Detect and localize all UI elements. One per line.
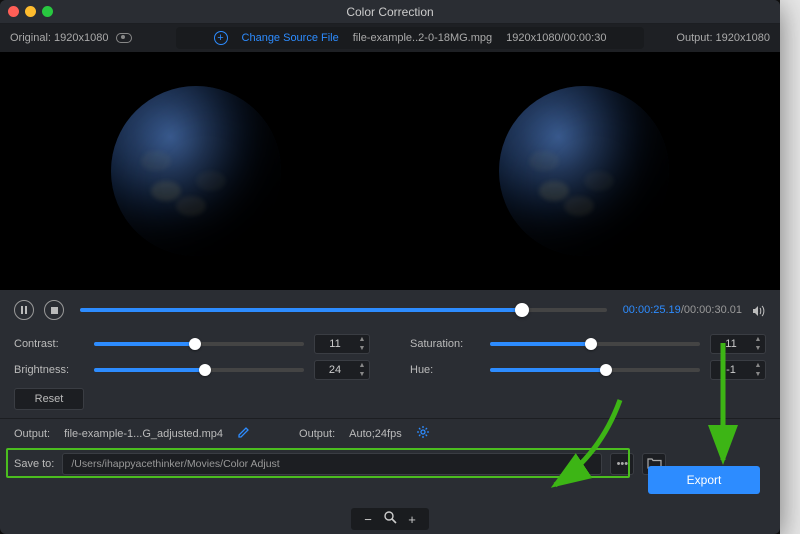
brightness-step-up[interactable]: ▲ bbox=[355, 361, 369, 370]
source-dims-duration: 1920x1080/00:00:30 bbox=[506, 32, 606, 44]
contrast-step-up[interactable]: ▲ bbox=[355, 335, 369, 344]
background-page-fragment bbox=[780, 0, 800, 534]
saturation-value-box[interactable]: 11▲▼ bbox=[710, 334, 766, 354]
saturation-slider[interactable] bbox=[490, 342, 700, 346]
hue-step-down[interactable]: ▼ bbox=[751, 370, 765, 379]
zoom-in-button[interactable]: + bbox=[405, 512, 419, 527]
controls-panel: 00:00:25.19/00:00:30.01 Contrast: 11▲▼ S… bbox=[0, 290, 780, 418]
hue-slider[interactable] bbox=[490, 368, 700, 372]
hue-label: Hue: bbox=[410, 364, 480, 376]
export-button[interactable]: Export bbox=[648, 466, 760, 494]
output-label: Output: bbox=[14, 428, 50, 440]
saturation-label: Saturation: bbox=[410, 338, 480, 350]
hue-value-box[interactable]: -1▲▼ bbox=[710, 360, 766, 380]
contrast-step-down[interactable]: ▼ bbox=[355, 344, 369, 353]
pause-button[interactable] bbox=[14, 300, 34, 320]
brightness-label: Brightness: bbox=[14, 364, 84, 376]
window-title: Color Correction bbox=[0, 0, 780, 24]
output-settings-icon[interactable] bbox=[416, 425, 430, 442]
plus-icon: + bbox=[214, 31, 228, 45]
output-dims-label: Output: 1920x1080 bbox=[676, 32, 770, 44]
stop-button[interactable] bbox=[44, 300, 64, 320]
output-filename: file-example-1...G_adjusted.mp4 bbox=[64, 428, 223, 440]
brightness-value-box[interactable]: 24▲▼ bbox=[314, 360, 370, 380]
change-source-link[interactable]: Change Source File bbox=[242, 32, 339, 44]
output-preset-label: Output: bbox=[299, 428, 335, 440]
preview-original bbox=[4, 56, 388, 286]
adjustment-sliders: Contrast: 11▲▼ Saturation: 11▲▼ Brightne… bbox=[14, 334, 766, 380]
seek-handle[interactable] bbox=[515, 303, 529, 317]
save-to-label: Save to: bbox=[14, 458, 54, 470]
titlebar: Color Correction bbox=[0, 0, 780, 24]
hue-step-up[interactable]: ▲ bbox=[751, 361, 765, 370]
hue-row: Hue: -1▲▼ bbox=[410, 360, 766, 380]
contrast-slider[interactable] bbox=[94, 342, 304, 346]
window-controls bbox=[8, 6, 53, 17]
brightness-slider[interactable] bbox=[94, 368, 304, 372]
source-info-panel: + Change Source File file-example..2-0-1… bbox=[176, 27, 644, 49]
close-window-button[interactable] bbox=[8, 6, 19, 17]
volume-icon[interactable] bbox=[752, 304, 766, 316]
browse-path-button[interactable]: ••• bbox=[610, 453, 634, 475]
transport-bar: 00:00:25.19/00:00:30.01 bbox=[14, 300, 766, 320]
brightness-row: Brightness: 24▲▼ bbox=[14, 360, 370, 380]
zoom-tool-icon[interactable] bbox=[383, 511, 397, 527]
brightness-step-down[interactable]: ▼ bbox=[355, 370, 369, 379]
original-dims-label: Original: 1920x1080 bbox=[10, 32, 108, 44]
output-info-row: Output: file-example-1...G_adjusted.mp4 … bbox=[0, 418, 780, 448]
contrast-row: Contrast: 11▲▼ bbox=[14, 334, 370, 354]
timecode: 00:00:25.19/00:00:30.01 bbox=[623, 304, 742, 316]
maximize-window-button[interactable] bbox=[42, 6, 53, 17]
zoom-out-button[interactable]: − bbox=[361, 512, 375, 527]
seek-slider[interactable] bbox=[80, 308, 607, 312]
saturation-step-down[interactable]: ▼ bbox=[751, 344, 765, 353]
saturation-row: Saturation: 11▲▼ bbox=[410, 334, 766, 354]
time-current: 00:00:25.19 bbox=[623, 304, 681, 316]
saturation-step-up[interactable]: ▲ bbox=[751, 335, 765, 344]
contrast-value-box[interactable]: 11▲▼ bbox=[314, 334, 370, 354]
save-path-field[interactable]: /Users/ihappyacethinker/Movies/Color Adj… bbox=[62, 453, 602, 475]
preview-adjusted bbox=[392, 56, 776, 286]
infobar: Original: 1920x1080 + Change Source File… bbox=[0, 24, 780, 52]
output-preset-value: Auto;24fps bbox=[349, 428, 402, 440]
preview-area bbox=[0, 52, 780, 290]
minimize-window-button[interactable] bbox=[25, 6, 36, 17]
zoom-toolbar: − + bbox=[351, 508, 429, 530]
source-filename: file-example..2-0-18MG.mpg bbox=[353, 32, 492, 44]
color-correction-window: Color Correction Original: 1920x1080 + C… bbox=[0, 0, 780, 534]
reset-button[interactable]: Reset bbox=[14, 388, 84, 410]
preview-toggle-icon[interactable] bbox=[116, 33, 132, 43]
contrast-label: Contrast: bbox=[14, 338, 84, 350]
time-duration: 00:00:30.01 bbox=[684, 304, 742, 316]
edit-filename-icon[interactable] bbox=[237, 425, 251, 442]
